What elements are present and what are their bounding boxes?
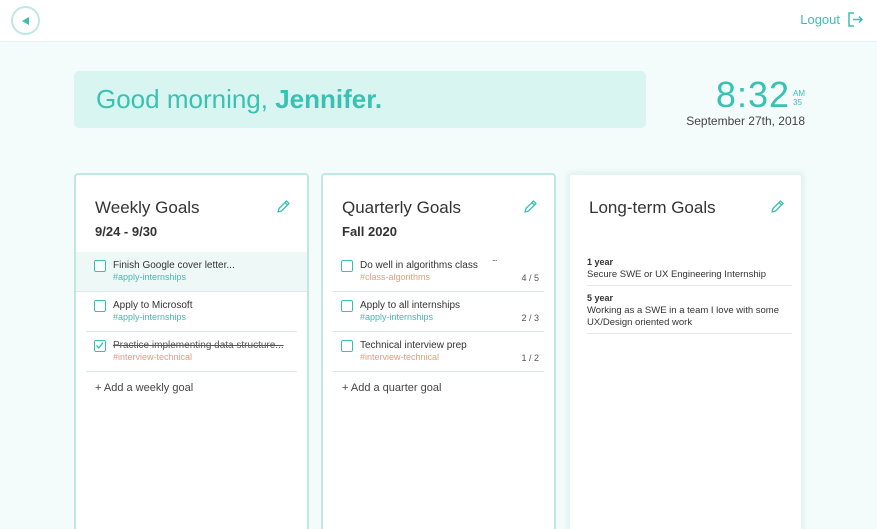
card-subtitle: Fall 2020 xyxy=(342,224,397,239)
goal-period: 5 year xyxy=(587,293,614,303)
goal-title: Finish Google cover letter... xyxy=(113,260,235,271)
long-term-goal-list: 1 year Secure SWE or UX Engineering Inte… xyxy=(587,257,792,341)
checkbox[interactable] xyxy=(94,300,106,312)
checkbox[interactable] xyxy=(341,340,353,352)
back-arrow-icon xyxy=(21,16,29,25)
goal-progress: 1 / 2 xyxy=(521,353,539,363)
list-item[interactable]: Do well in algorithms class ... #class-a… xyxy=(333,252,544,292)
long-term-goals-card: Long-term Goals 1 year Secure SWE or UX … xyxy=(568,173,803,529)
goal-text: Secure SWE or UX Engineering Internship xyxy=(587,269,767,280)
add-weekly-goal-button[interactable]: + Add a weekly goal xyxy=(95,382,193,394)
list-item[interactable]: Technical interview prep #interview-tech… xyxy=(333,332,544,372)
pencil-icon[interactable] xyxy=(770,199,785,214)
goal-text: Working as a SWE in a team I love with s… xyxy=(587,305,780,328)
list-item[interactable]: Apply to Microsoft #apply-internships xyxy=(86,292,297,332)
weekly-goals-card: Weekly Goals 9/24 - 9/30 Finish Google c… xyxy=(74,173,309,529)
goal-progress: 2 / 3 xyxy=(521,313,539,323)
logout-label: Logout xyxy=(800,12,840,27)
checkbox[interactable] xyxy=(341,260,353,272)
card-title: Quarterly Goals xyxy=(342,198,462,217)
checkbox-checked[interactable] xyxy=(94,340,106,352)
goal-tag[interactable]: #interview-technical xyxy=(113,352,192,362)
card-title: Long-term Goals xyxy=(589,198,716,217)
clock-time: 8:32 xyxy=(715,74,790,115)
goal-title: Technical interview prep xyxy=(360,340,467,351)
goal-progress: 4 / 5 xyxy=(521,273,539,283)
goal-title: Do well in algorithms class xyxy=(360,260,478,271)
weekly-goal-list: Finish Google cover letter... #apply-int… xyxy=(76,252,307,372)
list-item[interactable]: 5 year Working as a SWE in a team I love… xyxy=(587,293,792,334)
list-item[interactable]: Finish Google cover letter... #apply-int… xyxy=(76,252,307,292)
top-bar: Logout xyxy=(0,0,877,42)
quarterly-goal-list: Do well in algorithms class ... #class-a… xyxy=(323,252,554,372)
list-item[interactable]: 1 year Secure SWE or UX Engineering Inte… xyxy=(587,257,792,286)
clock-ampm: AM xyxy=(793,89,805,98)
goal-title: Apply to Microsoft xyxy=(113,300,193,311)
checkbox[interactable] xyxy=(341,300,353,312)
goal-tag[interactable]: #interview-technical xyxy=(360,352,439,362)
logout-button[interactable]: Logout xyxy=(800,11,864,28)
quarterly-goals-card: Quarterly Goals Fall 2020 Do well in alg… xyxy=(321,173,556,529)
back-button[interactable] xyxy=(11,6,40,35)
goal-tag[interactable]: #class-algorithms xyxy=(360,272,430,282)
pencil-icon[interactable] xyxy=(523,199,538,214)
logout-icon xyxy=(848,12,864,27)
goal-title: Apply to all internships xyxy=(360,300,461,311)
checkmark-icon xyxy=(96,342,104,350)
greeting-banner: Good morning, Jennifer. xyxy=(74,71,646,128)
card-subtitle: 9/24 - 9/30 xyxy=(95,224,158,239)
goal-tag[interactable]: #apply-internships xyxy=(113,272,186,282)
checkbox[interactable] xyxy=(94,260,106,272)
clock: 8:32 AM 35 September 27th, 2018 xyxy=(686,74,805,129)
greeting-prefix: Good morning, xyxy=(96,84,276,114)
card-title: Weekly Goals xyxy=(95,198,200,217)
goal-title: Practice implementing data structure... xyxy=(113,340,284,351)
list-item[interactable]: Apply to all internships #apply-internsh… xyxy=(333,292,544,332)
clock-seconds: 35 xyxy=(793,98,802,107)
more-icon[interactable]: ... xyxy=(492,253,497,263)
add-quarter-goal-button[interactable]: + Add a quarter goal xyxy=(342,382,441,394)
goal-period: 1 year xyxy=(587,257,614,267)
list-item[interactable]: Practice implementing data structure... … xyxy=(86,332,297,372)
pencil-icon[interactable] xyxy=(276,199,291,214)
greeting-name: Jennifer. xyxy=(275,84,383,114)
goal-tag[interactable]: #apply-internships xyxy=(113,312,186,322)
clock-date: September 27th, 2018 xyxy=(686,114,805,128)
goal-tag[interactable]: #apply-internships xyxy=(360,312,433,322)
